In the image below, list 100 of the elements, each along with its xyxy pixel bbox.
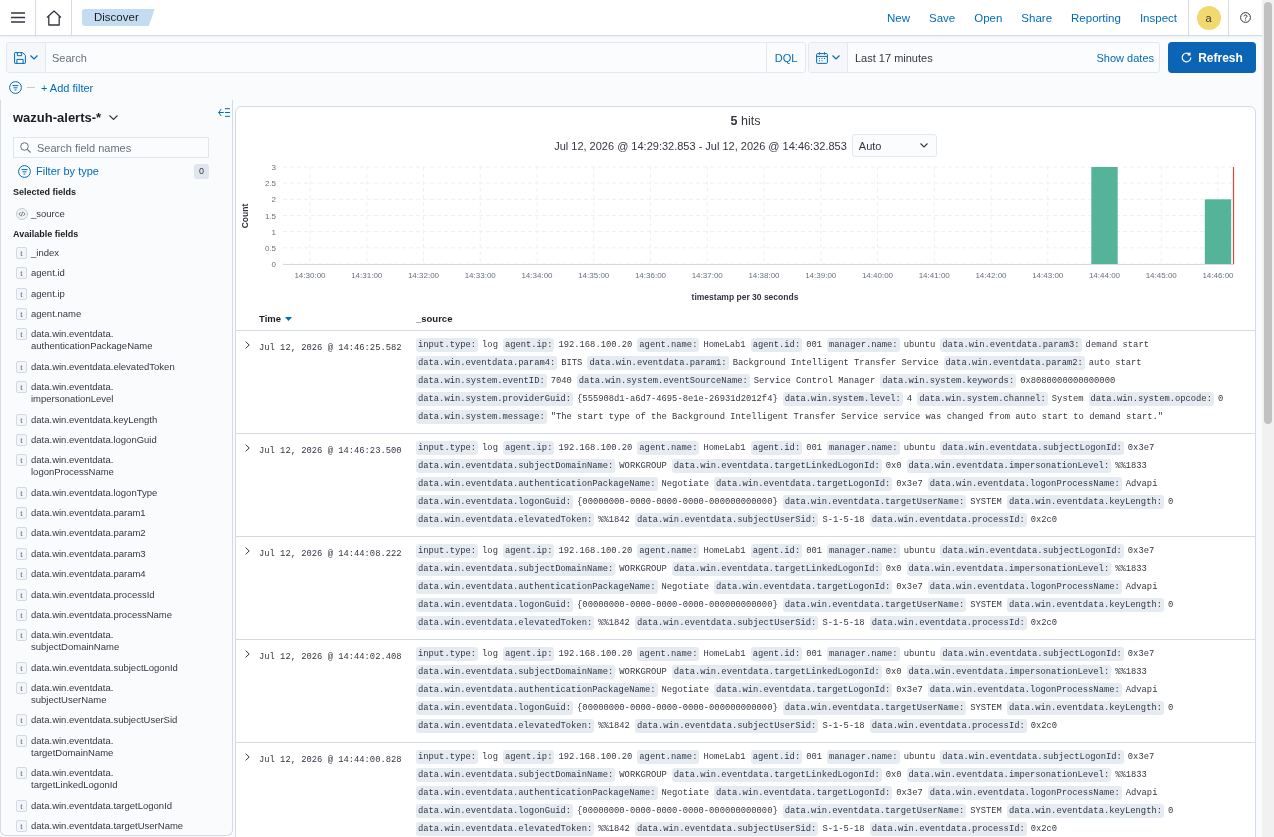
field-name[interactable]: data.win.eventdata.param3 [31,547,146,560]
source-field-value: S-1-5-18 [822,823,865,836]
collapse-sidebar-icon[interactable] [218,108,230,117]
source-field-value: 192.168.100.20 [558,545,633,558]
top-nav-link[interactable]: Share [1021,9,1053,26]
field-name[interactable]: data.win.eventdata.authenticationPackageName [31,328,186,353]
field-name[interactable]: agent.ip [31,287,65,300]
source-field-name: data.win.eventdata.impersonationLevel: [906,459,1112,473]
field-name[interactable]: data.win.eventdata.elevatedToken [31,360,175,373]
refresh-button[interactable]: Refresh [1168,42,1256,73]
column-header[interactable]: Time [259,313,281,324]
expand-row-icon[interactable] [245,650,250,658]
expand-row-icon[interactable] [245,547,250,555]
source-field-name: data.win.eventdata.param4: [416,356,558,370]
source-field-name: input.type: [416,544,479,558]
field-name[interactable]: data.win.eventdata.processId [31,588,155,601]
source-field-name: data.win.eventdata.param3: [940,338,1082,352]
axis-tick-label: 14:44:00 [1088,271,1121,280]
field-name[interactable]: _index [31,246,59,259]
source-field-value: %%1842 [598,617,630,630]
field-name[interactable]: data.win.eventdata.targetLogonId [31,799,173,812]
axis-tick-label: 14:34:00 [521,271,553,280]
field-name[interactable]: data.win.eventdata.targetDomainName [31,734,186,759]
axis-tick-label: 2 [271,195,276,205]
add-filter-button[interactable]: + Add filter [41,81,94,94]
expand-row-icon[interactable] [245,444,250,452]
source-field-value: {00000000-0000-0000-0000-000000000000} [577,805,778,818]
filter-icon[interactable] [9,81,22,94]
source-field-name: data.win.eventdata.elevatedToken: [416,719,595,733]
field-name[interactable]: data.win.eventdata.processName [31,608,173,621]
field-name[interactable]: data.win.eventdata.param4 [31,568,146,581]
source-field-value: demand start [1085,339,1149,352]
source-field-name: manager.name: [827,647,900,661]
source-field-name: data.win.eventdata.logonProcessName: [927,580,1122,594]
field-type-token: t [16,767,27,780]
axis-tick-label: 1 [271,227,276,237]
source-field-name: input.type: [416,441,479,455]
source-field-name: data.win.eventdata.subjectLogonId: [940,750,1124,764]
top-nav-link[interactable]: Inspect [1139,9,1177,26]
field-name[interactable]: data.win.eventdata.logonGuid [31,433,157,446]
user-avatar[interactable]: a [1196,5,1221,30]
top-nav-link[interactable]: Reporting [1071,9,1121,26]
expand-row-icon[interactable] [245,341,250,349]
axis-tick-label: 14:36:00 [634,271,667,280]
field-type-token: t [16,629,27,642]
field-name[interactable]: data.win.eventdata.subjectDomainName [31,629,186,654]
column-header[interactable]: _source [416,313,453,324]
field-name[interactable]: data.win.eventdata.param2 [31,527,146,540]
quick-select-button[interactable] [809,43,848,72]
index-pattern-selector[interactable]: wazuh-alerts-* [13,108,119,127]
source-field-value: 0x3e7 [1127,751,1155,764]
axis-title: Count [240,203,250,229]
field-type-token: t [16,527,27,540]
field-search-field[interactable]: Search field names [13,137,209,158]
field-name[interactable]: data.win.eventdata.subjectUserSid [31,714,178,727]
source-field-name: data.win.eventdata.param2: [943,356,1085,370]
axis-tick-label: 14:32:00 [407,271,440,280]
source-field-name: manager.name: [827,441,900,455]
sort-down-icon[interactable] [285,316,292,321]
field-name[interactable]: data.win.eventdata.targetLinkedLogonId [31,767,186,792]
source-field-value: log [482,648,498,661]
source-field-value: 0x3e7 [896,684,923,697]
query-language-button[interactable]: DQL [766,42,806,73]
interval-select[interactable]: Auto [851,134,937,157]
field-name[interactable]: data.win.eventdata.impersonationLevel [31,381,186,406]
top-nav-link[interactable]: Open [974,9,1003,26]
field-name[interactable]: data.win.eventdata.targetUserName [31,819,184,832]
date-range-button[interactable]: Last 17 minutes [855,51,933,64]
help-icon[interactable] [1240,12,1251,23]
field-name[interactable]: data.win.eventdata.param1 [31,507,146,520]
search-field[interactable]: Search [46,42,766,73]
axis-title: timestamp per 30 seconds [691,292,799,302]
timestamp-text: Jul 12, 2026 @ 14:44:00.828 [259,755,402,765]
field-name[interactable]: agent.id [31,267,65,280]
menu-icon[interactable] [10,12,25,23]
source-field-name: agent.id: [750,338,803,352]
top-nav-link[interactable]: New [887,9,910,26]
vertical-scrollbar[interactable] [1262,0,1274,837]
field-name[interactable]: data.win.eventdata.subjectUserName [31,682,186,707]
field-type-token: t [16,246,27,259]
field-name[interactable]: _source [31,207,65,220]
saved-query-button[interactable] [6,42,46,73]
field-name[interactable]: data.win.eventdata.keyLength [31,413,158,426]
field-name[interactable]: data.win.eventdata.subjectLogonId [31,661,178,674]
top-nav-link[interactable]: Save [929,9,956,26]
home-icon[interactable] [45,9,62,26]
source-field-value: 0x3e7 [1127,648,1155,661]
field-type-token: t [16,608,27,621]
source-field-name: agent.name: [637,544,700,558]
source-field-name: data.win.eventdata.targetLogonId: [714,786,893,800]
expand-row-icon[interactable] [245,753,250,761]
source-field-name: data.win.system.channel: [917,392,1048,406]
count-badge: 0 [194,163,209,179]
filter-by-type-button[interactable]: Filter by type [18,164,99,178]
source-field-value: ubuntu [903,339,936,352]
field-name[interactable]: agent.name [31,308,82,321]
field-name[interactable]: data.win.eventdata.logonProcessName [31,454,186,479]
show-dates-link[interactable]: Show dates [1096,51,1154,64]
field-name[interactable]: data.win.eventdata.logonType [31,486,158,499]
source-field-name: agent.name: [637,338,700,352]
